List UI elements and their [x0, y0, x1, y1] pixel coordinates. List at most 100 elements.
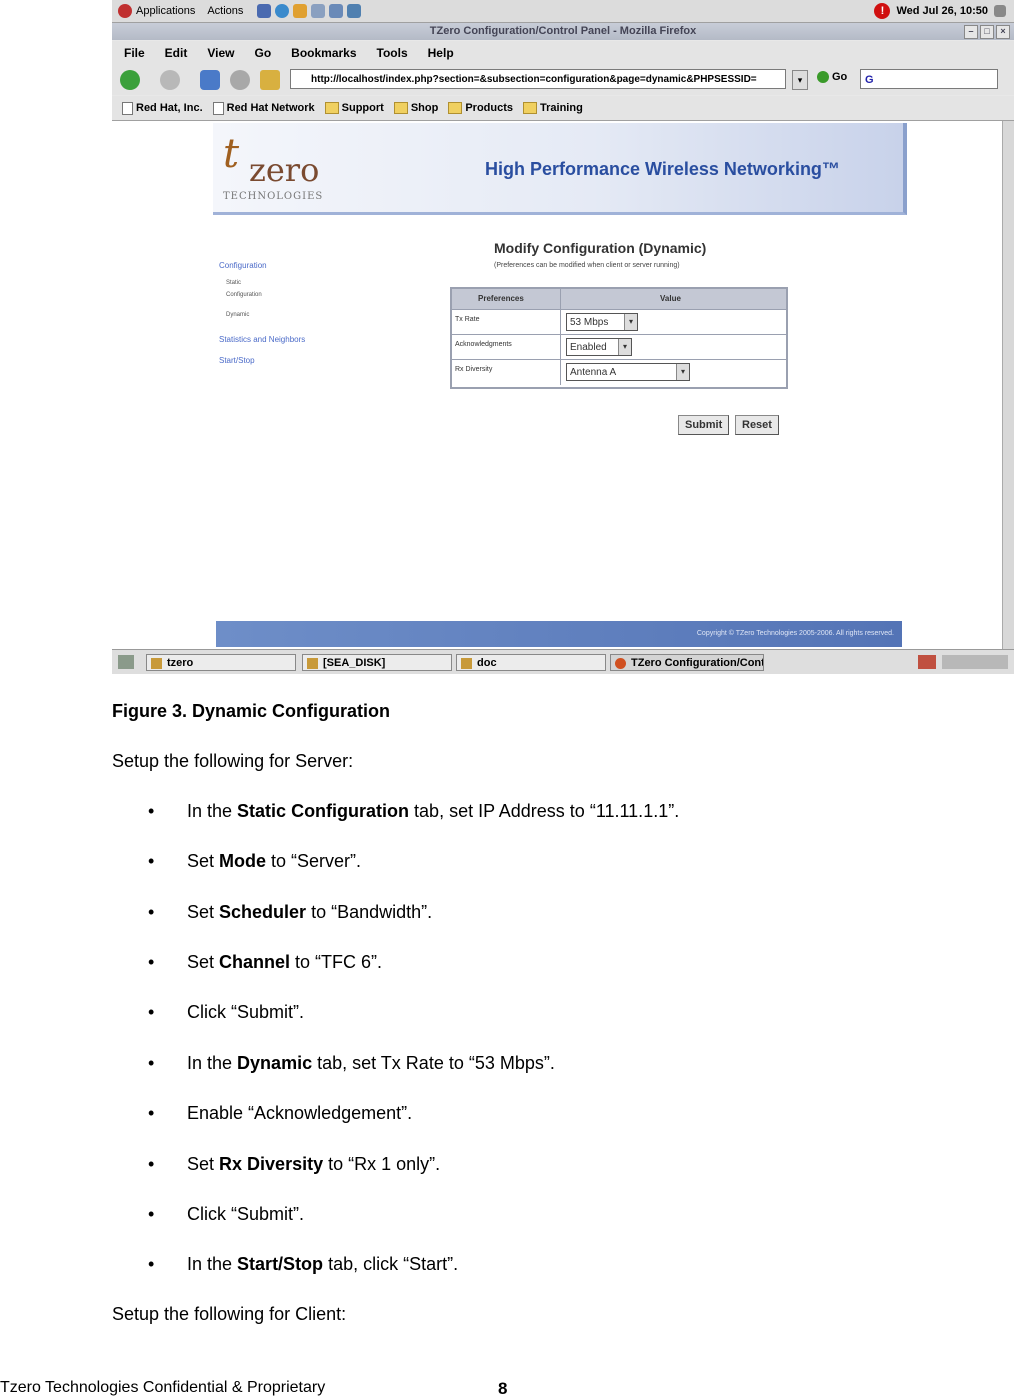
search-icon[interactable] — [311, 4, 326, 18]
browser-icon[interactable] — [275, 4, 290, 18]
list-item-text: In the — [187, 801, 238, 821]
redhat-icon — [118, 4, 132, 18]
taskbar-item-firefox[interactable]: TZero Configuration/Cont — [610, 654, 764, 671]
folder-icon — [151, 658, 162, 669]
taskbar-item-tzero[interactable]: tzero — [146, 654, 296, 671]
reload-icon[interactable] — [200, 70, 220, 90]
browser-menubar: File Edit View Go Bookmarks Tools Help — [112, 41, 1014, 65]
stop-icon[interactable] — [230, 70, 250, 90]
workspace-switcher-icon[interactable] — [918, 655, 936, 669]
show-desktop-icon[interactable] — [118, 655, 134, 669]
menu-go[interactable]: Go — [254, 46, 271, 60]
bookmark-products[interactable]: Products — [448, 102, 513, 114]
rx-diversity-select[interactable]: Antenna A ▾ — [566, 363, 690, 381]
bullet-icon: • — [148, 1053, 155, 1073]
taskbar-item-doc[interactable]: doc — [456, 654, 606, 671]
footer-confidential: Tzero Technologies Confidential & Propri… — [0, 1379, 326, 1396]
list-item-text: tab, click “Start”. — [323, 1254, 459, 1274]
list-item: Enable “Acknowledgement”. — [187, 1103, 412, 1124]
menu-edit[interactable]: Edit — [165, 46, 188, 60]
nav-start-stop[interactable]: Start/Stop — [219, 356, 255, 365]
taskbar-item-sea-disk[interactable]: [SEA_DISK] — [302, 654, 452, 671]
bookmark-shop[interactable]: Shop — [393, 102, 438, 114]
list-item-text: Set — [187, 1154, 220, 1174]
chevron-down-icon: ▾ — [676, 364, 689, 380]
menu-file[interactable]: File — [124, 46, 145, 60]
page-viewport: t zero TECHNOLOGIES High Performance Wir… — [112, 121, 1002, 649]
go-button[interactable]: Go — [817, 71, 847, 83]
acknowledgments-select[interactable]: Enabled ▾ — [566, 338, 632, 356]
gnome-top-panel: Applications Actions ! Wed Jul 26, 10:50 — [112, 0, 1014, 23]
table-row-tx-rate: Tx Rate 53 Mbps ▾ — [452, 309, 786, 335]
list-item: Set Mode to “Server”. — [187, 851, 361, 872]
menu-tools[interactable]: Tools — [377, 46, 408, 60]
figure-screenshot: Applications Actions ! Wed Jul 26, 10:50… — [112, 0, 1014, 674]
close-button[interactable]: × — [996, 25, 1010, 39]
nav-statistics[interactable]: Statistics and Neighbors — [219, 335, 305, 344]
list-item-text: to “Server”. — [266, 851, 362, 871]
folder-icon — [307, 658, 318, 669]
folder-icon — [523, 102, 538, 114]
bookmark-redhat-inc[interactable]: Red Hat, Inc. — [122, 101, 203, 115]
menu-help[interactable]: Help — [428, 46, 454, 60]
list-item-text: Set — [187, 952, 220, 972]
bookmarks-toolbar: Red Hat, Inc. Red Hat Network Support Sh… — [112, 96, 1014, 121]
list-item-text: tab, set Tx Rate to “53 Mbps”. — [312, 1053, 555, 1073]
page-subtitle: (Preferences can be modified when client… — [494, 262, 680, 269]
volume-icon[interactable] — [994, 5, 1006, 17]
reset-button[interactable]: Reset — [735, 415, 779, 435]
submit-button[interactable]: Submit — [678, 415, 730, 435]
menu-bookmarks[interactable]: Bookmarks — [291, 46, 356, 60]
list-item-keyword: Start/Stop — [237, 1254, 324, 1274]
bookmark-support[interactable]: Support — [324, 102, 384, 114]
terminal-icon[interactable] — [347, 4, 362, 18]
folder-icon — [324, 102, 339, 114]
bullet-icon: • — [148, 952, 155, 972]
list-item: Click “Submit”. — [187, 1002, 304, 1023]
workspace-switcher[interactable] — [942, 655, 1008, 669]
table-header: Preferences Value — [452, 289, 786, 309]
list-item-text: In the — [187, 1053, 238, 1073]
nav-static[interactable]: Static — [226, 280, 241, 286]
editor-icon[interactable] — [329, 4, 344, 18]
minimize-button[interactable]: – — [964, 25, 978, 39]
url-input[interactable]: http://localhost/index.php?section=&subs… — [290, 69, 786, 89]
list-item-text: In the — [187, 1254, 238, 1274]
rx-diversity-label: Rx Diversity — [455, 366, 493, 373]
logo-wordmark: zero — [249, 151, 320, 189]
forward-arrow-icon[interactable] — [160, 70, 180, 90]
bullet-icon: • — [148, 1154, 155, 1174]
bookmark-training[interactable]: Training — [523, 102, 583, 114]
home-icon[interactable] — [260, 70, 280, 90]
list-item-keyword: Dynamic — [237, 1053, 313, 1073]
nav-static-configuration[interactable]: Configuration — [226, 292, 262, 298]
menu-view[interactable]: View — [207, 46, 234, 60]
nav-configuration[interactable]: Configuration — [219, 261, 267, 270]
list-item-keyword: Mode — [219, 851, 267, 871]
tx-rate-select[interactable]: 53 Mbps ▾ — [566, 313, 638, 331]
update-alert-icon[interactable]: ! — [874, 3, 891, 19]
back-arrow-icon[interactable] — [120, 70, 140, 90]
bookmark-redhat-network[interactable]: Red Hat Network — [212, 101, 315, 115]
applications-menu[interactable]: Applications — [118, 4, 195, 18]
list-item-keyword: Static Configuration — [237, 801, 410, 821]
tx-rate-label: Tx Rate — [455, 316, 480, 323]
list-item-text: to “Rx 1 only”. — [323, 1154, 441, 1174]
folder-icon — [448, 102, 463, 114]
column-header-preferences: Preferences — [478, 294, 524, 303]
bullet-icon: • — [148, 1204, 155, 1224]
window-titlebar: TZero Configuration/Control Panel - Mozi… — [112, 23, 1014, 40]
window-controls: – □ × — [964, 25, 1010, 39]
maximize-button[interactable]: □ — [980, 25, 994, 39]
vertical-scrollbar[interactable] — [1002, 121, 1014, 649]
list-item: In the Start/Stop tab, click “Start”. — [187, 1254, 458, 1275]
actions-menu[interactable]: Actions — [207, 5, 243, 17]
search-input[interactable]: G — [860, 69, 998, 89]
file-manager-icon[interactable] — [257, 4, 272, 18]
nav-dynamic[interactable]: Dynamic — [226, 312, 249, 318]
page-icon — [212, 101, 224, 115]
list-item: Set Channel to “TFC 6”. — [187, 952, 382, 973]
url-dropdown-icon[interactable]: ▾ — [792, 70, 808, 90]
mail-icon[interactable] — [293, 4, 308, 18]
taskbar: tzero [SEA_DISK] doc TZero Configuration… — [112, 649, 1014, 674]
